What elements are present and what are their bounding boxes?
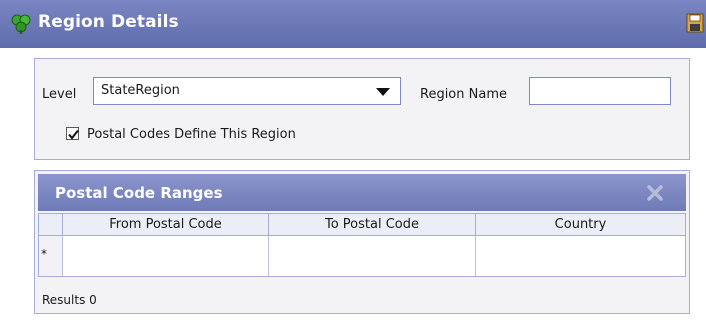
- new-row-marker: *: [41, 247, 47, 261]
- to-postal-code-cell[interactable]: [269, 236, 476, 276]
- row-header-corner: [39, 214, 63, 236]
- from-postal-code-cell[interactable]: [63, 236, 269, 276]
- results-count: Results 0: [42, 293, 97, 307]
- region-form-panel: Level StateRegion Region Name Postal Cod…: [34, 58, 690, 160]
- delete-x-icon[interactable]: [646, 184, 664, 202]
- clover-group-icon: [11, 14, 31, 34]
- floppy-disk-icon[interactable]: [686, 13, 704, 33]
- checkmark-icon: [68, 129, 79, 140]
- postal-code-ranges-panel: Postal Code Ranges From Postal Code To P…: [34, 170, 690, 314]
- level-select-value: StateRegion: [101, 83, 180, 98]
- column-header-from[interactable]: From Postal Code: [63, 214, 269, 236]
- postal-codes-checkbox[interactable]: [66, 127, 79, 140]
- ranges-header: Postal Code Ranges: [38, 174, 686, 211]
- title-bar: Region Details: [0, 0, 706, 48]
- window-title: Region Details: [38, 12, 179, 32]
- country-cell[interactable]: [476, 236, 685, 276]
- chevron-down-icon[interactable]: [376, 88, 390, 96]
- level-label: Level: [42, 87, 77, 102]
- column-header-to[interactable]: To Postal Code: [269, 214, 476, 236]
- postal-codes-checkbox-label[interactable]: Postal Codes Define This Region: [87, 127, 296, 142]
- region-name-label: Region Name: [420, 87, 507, 102]
- postal-ranges-table: From Postal Code To Postal Code Country …: [38, 213, 686, 277]
- column-header-country[interactable]: Country: [476, 214, 685, 236]
- region-name-input[interactable]: [529, 77, 671, 105]
- level-select[interactable]: StateRegion: [93, 77, 401, 105]
- ranges-title: Postal Code Ranges: [55, 184, 223, 202]
